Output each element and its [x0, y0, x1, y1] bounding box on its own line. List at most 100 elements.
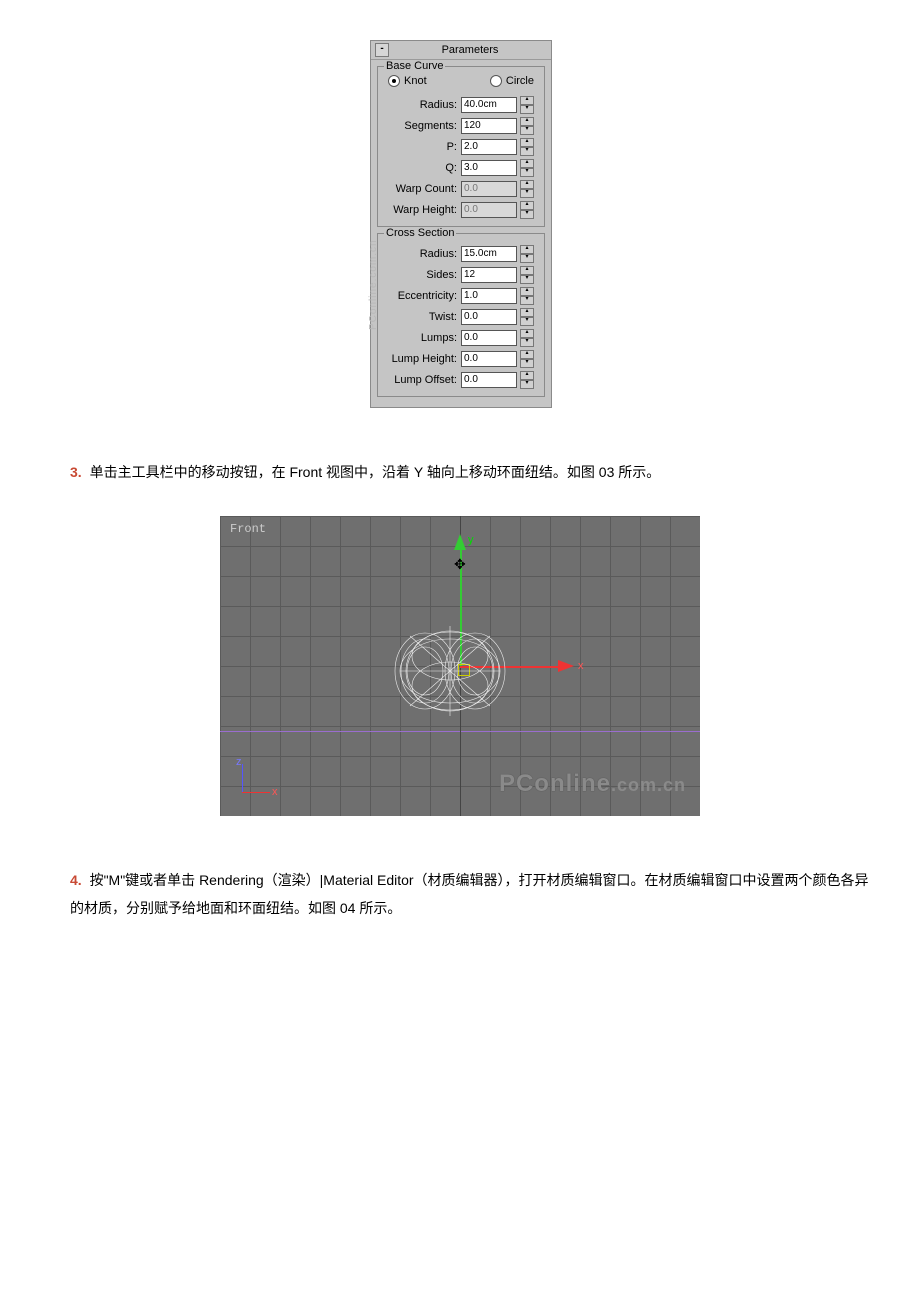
spinner-down-icon[interactable]: ▾ — [520, 380, 534, 389]
twist-input[interactable]: 0.0 — [461, 309, 517, 325]
watermark-brand: PConline — [499, 770, 611, 797]
torus-knot-object[interactable] — [380, 616, 520, 726]
warp-count-label: Warp Count: — [382, 183, 461, 195]
mini-x-label: x — [272, 786, 278, 798]
panel-watermark: PConline.com.cn — [368, 239, 379, 330]
cross-section-group: Cross Section Radius: 15.0cm ▴ ▾ Sides: … — [377, 233, 545, 397]
q-label: Q: — [382, 162, 461, 174]
viewport-label: Front — [230, 522, 266, 536]
spinner-down-icon[interactable]: ▾ — [520, 105, 534, 114]
spinner-down-icon[interactable]: ▾ — [520, 338, 534, 347]
step-3: 3. 单击主工具栏中的移动按钮，在 Front 视图中，沿着 Y 轴向上移动环面… — [70, 458, 870, 486]
lumps-spinner[interactable]: ▴ ▾ — [520, 329, 534, 347]
warp-height-spinner[interactable]: ▴ ▾ — [520, 201, 534, 219]
step-4-text: 按"M"键或者单击 Rendering（渲染）|Material Editor（… — [70, 872, 869, 916]
knot-radio[interactable]: Knot — [388, 75, 427, 87]
spinner-down-icon[interactable]: ▾ — [520, 317, 534, 326]
radio-icon — [490, 75, 502, 87]
lump-offset-spinner[interactable]: ▴ ▾ — [520, 371, 534, 389]
q-input[interactable]: 3.0 — [461, 160, 517, 176]
p-spinner[interactable]: ▴ ▾ — [520, 138, 534, 156]
eccentricity-label: Eccentricity: — [382, 290, 461, 302]
spinner-up-icon[interactable]: ▴ — [520, 329, 534, 338]
z-axis-icon — [242, 764, 243, 792]
x-axis-arrow-icon — [558, 660, 574, 672]
sides-label: Sides: — [382, 269, 461, 281]
spinner-up-icon[interactable]: ▴ — [520, 180, 534, 189]
step-3-number: 3. — [70, 464, 82, 480]
knot-radio-label: Knot — [404, 75, 427, 87]
warp-count-input[interactable]: 0.0 — [461, 181, 517, 197]
spinner-up-icon[interactable]: ▴ — [520, 96, 534, 105]
spinner-down-icon[interactable]: ▾ — [520, 147, 534, 156]
spinner-down-icon[interactable]: ▾ — [520, 296, 534, 305]
spinner-up-icon[interactable]: ▴ — [520, 287, 534, 296]
spinner-up-icon[interactable]: ▴ — [520, 308, 534, 317]
lump-offset-label: Lump Offset: — [382, 374, 461, 386]
radius-input[interactable]: 40.0cm — [461, 97, 517, 113]
segments-spinner[interactable]: ▴ ▾ — [520, 117, 534, 135]
spinner-down-icon[interactable]: ▾ — [520, 254, 534, 263]
spinner-down-icon[interactable]: ▾ — [520, 359, 534, 368]
radius-spinner[interactable]: ▴ ▾ — [520, 96, 534, 114]
eccentricity-spinner[interactable]: ▴ ▾ — [520, 287, 534, 305]
sides-input[interactable]: 12 — [461, 267, 517, 283]
y-axis-arrow-icon — [454, 534, 466, 550]
spinner-up-icon[interactable]: ▴ — [520, 201, 534, 210]
segments-label: Segments: — [382, 120, 461, 132]
base-curve-group: Base Curve Knot Circle Radius: 40.0cm — [377, 66, 545, 227]
spinner-up-icon[interactable]: ▴ — [520, 350, 534, 359]
lump-offset-input[interactable]: 0.0 — [461, 372, 517, 388]
lump-height-spinner[interactable]: ▴ ▾ — [520, 350, 534, 368]
eccentricity-input[interactable]: 1.0 — [461, 288, 517, 304]
step-4-number: 4. — [70, 872, 82, 888]
spinner-down-icon[interactable]: ▾ — [520, 275, 534, 284]
segments-input[interactable]: 120 — [461, 118, 517, 134]
spinner-up-icon[interactable]: ▴ — [520, 117, 534, 126]
panel-title: Parameters — [393, 44, 547, 56]
move-cursor-icon: ✥ — [454, 556, 466, 573]
x-axis-mini-icon — [242, 792, 270, 793]
warp-height-label: Warp Height: — [382, 204, 461, 216]
spinner-down-icon[interactable]: ▾ — [520, 189, 534, 198]
spinner-up-icon[interactable]: ▴ — [520, 266, 534, 275]
circle-radio-label: Circle — [506, 75, 534, 87]
mini-z-label: z — [236, 756, 242, 768]
spinner-up-icon[interactable]: ▴ — [520, 371, 534, 380]
sides-spinner[interactable]: ▴ ▾ — [520, 266, 534, 284]
step-3-text: 单击主工具栏中的移动按钮，在 Front 视图中，沿着 Y 轴向上移动环面纽结。… — [90, 464, 661, 480]
panel-header: - Parameters — [371, 41, 551, 60]
viewport-watermark: PConline.com.cn — [499, 770, 686, 798]
cross-section-legend: Cross Section — [384, 227, 456, 239]
y-axis-label: y — [468, 534, 474, 546]
twist-spinner[interactable]: ▴ ▾ — [520, 308, 534, 326]
spinner-down-icon[interactable]: ▾ — [520, 210, 534, 219]
lump-height-input[interactable]: 0.0 — [461, 351, 517, 367]
warp-count-spinner[interactable]: ▴ ▾ — [520, 180, 534, 198]
p-input[interactable]: 2.0 — [461, 139, 517, 155]
parameters-panel: - Parameters Base Curve Knot Circle R — [370, 40, 552, 408]
q-spinner[interactable]: ▴ ▾ — [520, 159, 534, 177]
p-label: P: — [382, 141, 461, 153]
lump-height-label: Lump Height: — [382, 353, 461, 365]
front-viewport: Front y x ✥ — [220, 516, 700, 816]
circle-radio[interactable]: Circle — [490, 75, 534, 87]
collapse-button[interactable]: - — [375, 43, 389, 57]
spinner-down-icon[interactable]: ▾ — [520, 126, 534, 135]
cs-radius-input[interactable]: 15.0cm — [461, 246, 517, 262]
spinner-up-icon[interactable]: ▴ — [520, 138, 534, 147]
cs-radius-label: Radius: — [382, 248, 461, 260]
base-curve-legend: Base Curve — [384, 60, 445, 72]
spinner-up-icon[interactable]: ▴ — [520, 245, 534, 254]
warp-height-input[interactable]: 0.0 — [461, 202, 517, 218]
radio-icon — [388, 75, 400, 87]
spinner-down-icon[interactable]: ▾ — [520, 168, 534, 177]
radius-label: Radius: — [382, 99, 461, 111]
step-4: 4. 按"M"键或者单击 Rendering（渲染）|Material Edit… — [70, 866, 870, 922]
twist-label: Twist: — [382, 311, 461, 323]
spinner-up-icon[interactable]: ▴ — [520, 159, 534, 168]
watermark-domain: .com.cn — [611, 775, 686, 795]
lumps-label: Lumps: — [382, 332, 461, 344]
lumps-input[interactable]: 0.0 — [461, 330, 517, 346]
cs-radius-spinner[interactable]: ▴ ▾ — [520, 245, 534, 263]
